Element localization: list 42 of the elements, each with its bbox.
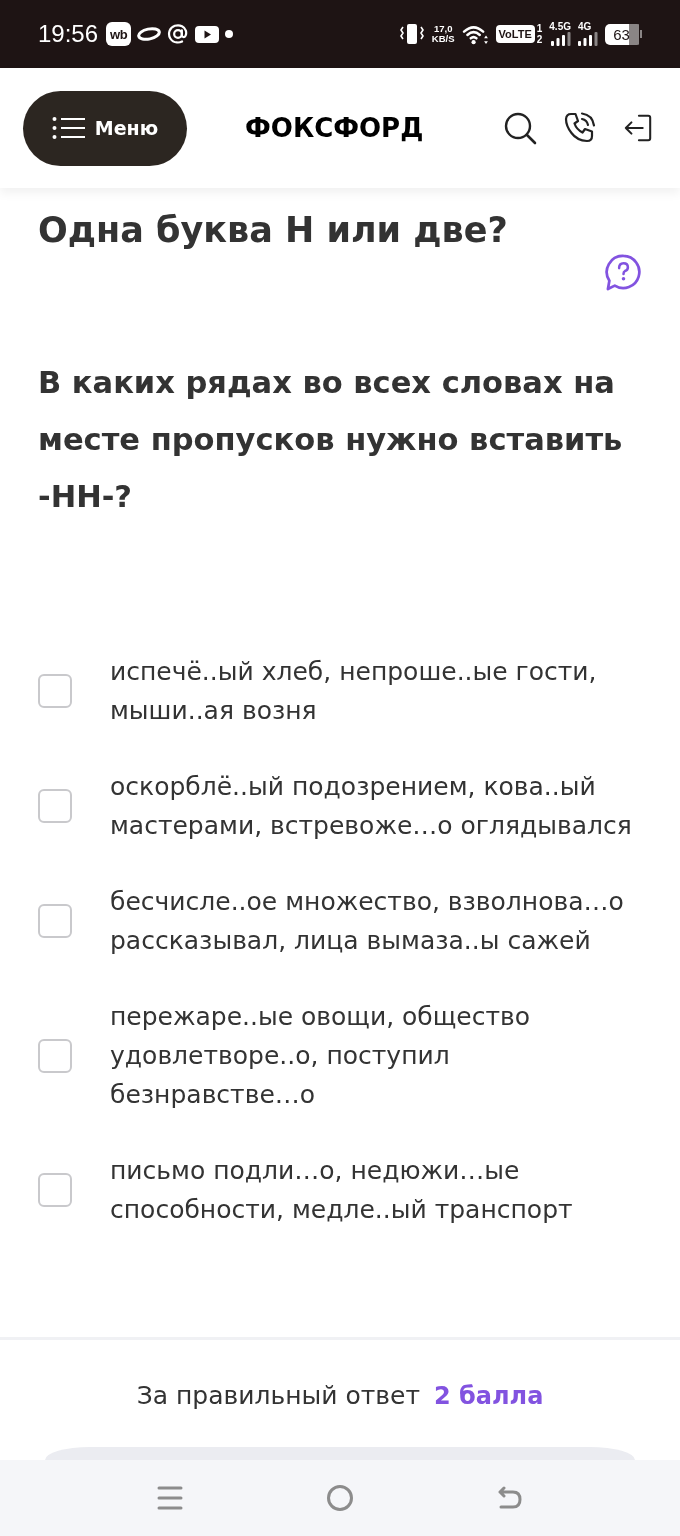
answer-checkbox[interactable] (38, 1173, 72, 1207)
list-icon (51, 116, 86, 140)
question-text: В каких рядах во всех словах на месте пропусков нужно вставить -НН-? (38, 364, 624, 516)
sim-slot-label: 1 (536, 23, 543, 34)
menu-icon[interactable] (157, 1485, 183, 1511)
search-icon[interactable] (503, 111, 537, 145)
battery-indicator: 63 (605, 23, 642, 45)
answer-option-text: пережаре..ые овощи, общество удовлетворе..о, поступил безнравстве…о (110, 1001, 532, 1111)
phone-icon[interactable] (563, 111, 597, 145)
app-badge: wb (106, 22, 132, 46)
site-logo[interactable]: ФОКСФОРД (245, 113, 424, 143)
dot-icon (225, 30, 234, 38)
answer-checkbox[interactable] (38, 674, 72, 708)
ring-icon (137, 27, 162, 41)
clock-time: 19:56 (38, 20, 99, 48)
sim-slot-label: 2 (536, 34, 543, 45)
play-icon (195, 25, 220, 43)
answer-option-text: оскорблё..ый подозрением, кова..ый мастерами, встревоже…о оглядывался (110, 771, 633, 842)
answer-option-text: бесчисле..ое множество, взволнова…о рассказывал, лица вымаза..ы сажей (110, 886, 625, 957)
signal-bars-icon (551, 32, 571, 46)
vibrate-icon (398, 23, 425, 45)
answer-checkbox[interactable] (38, 789, 72, 823)
at-sign-icon (167, 23, 190, 45)
answer-option-text: письмо подли…о, недюжи…ые способности, медле..ый транспорт (110, 1155, 574, 1226)
network-speed-value: 17,0 (433, 24, 453, 34)
network-type-label: 4G (578, 22, 592, 32)
answer-checkbox[interactable] (38, 1038, 72, 1073)
answer-checkbox[interactable] (38, 904, 72, 938)
answer-option-text: испечё..ый хлеб, непроше..ые гости, мыши..ая возня (110, 656, 598, 727)
menu-button[interactable]: Меню (23, 90, 187, 166)
score-label: За правильный ответ (136, 1380, 420, 1412)
network-speed-unit: KB/S (431, 34, 455, 44)
logout-icon[interactable] (623, 113, 653, 143)
network-type-label: 4.5G (549, 22, 571, 32)
help-bubble-icon[interactable] (605, 254, 642, 291)
task-title: Одна буква Н или две? (38, 209, 509, 252)
signal-bars-icon (578, 32, 598, 46)
home-icon[interactable] (326, 1484, 354, 1512)
back-icon[interactable] (497, 1485, 523, 1511)
score-value: 2 балла (434, 1381, 544, 1412)
volte-badge: VoLTE (495, 25, 535, 43)
wifi-icon (461, 23, 489, 45)
